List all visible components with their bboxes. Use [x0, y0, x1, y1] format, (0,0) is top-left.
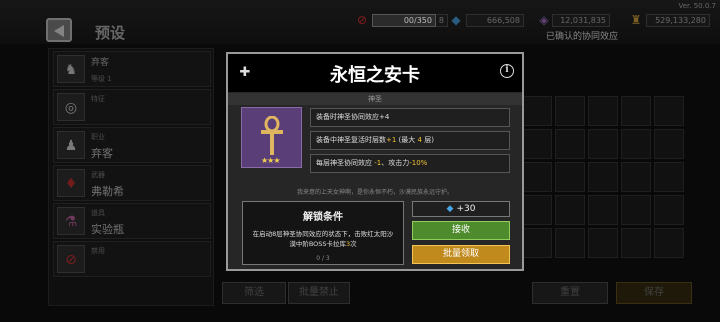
- rarity-stars: ★★★: [261, 156, 280, 165]
- resource-forbidden: 00/350: [372, 14, 436, 27]
- info-icon[interactable]: i: [500, 64, 514, 78]
- relic-image: ★★★: [241, 107, 302, 168]
- diamond-icon: ◆: [446, 204, 454, 214]
- unlock-conditions: 解锁条件 在启动8层神圣协同效应的状态下，击败红太阳沙 漠中阶BOSS卡拉库3次…: [242, 201, 404, 265]
- relic-title: 永恒之安卡: [330, 65, 420, 86]
- unlock-title: 解锁条件: [303, 212, 343, 223]
- modal-header: ✚ 永恒之安卡 i: [228, 54, 522, 92]
- reward-amount: ◆ +30: [412, 201, 510, 217]
- ankh-icon: [261, 116, 283, 155]
- relic-detail-modal: ✚ 永恒之安卡 i 神圣 ★★★ 装备时神圣协同效应+4 装备中神圣复活时层数+…: [226, 52, 524, 271]
- effect-row: 每层神圣协同效应 -1、攻击力-10%: [310, 154, 510, 173]
- unlock-description: 在启动8层神圣协同效应的状态下，击败红太阳沙 漠中阶BOSS卡拉库3次: [252, 230, 394, 248]
- relic-category: 神圣: [228, 93, 522, 105]
- batch-claim-button[interactable]: 批量领取: [412, 245, 510, 264]
- accept-button[interactable]: 接收: [412, 221, 510, 240]
- effect-row: 装备时神圣协同效应+4: [310, 108, 510, 127]
- effect-row: 装备中神圣复活时层数+1 (最大 4 层): [310, 131, 510, 150]
- unlock-progress: 0 / 3: [316, 255, 330, 262]
- flavor-text: 我来意的上天女神啊，是你永恒不朽，沙漠民族永远守护。: [296, 189, 453, 196]
